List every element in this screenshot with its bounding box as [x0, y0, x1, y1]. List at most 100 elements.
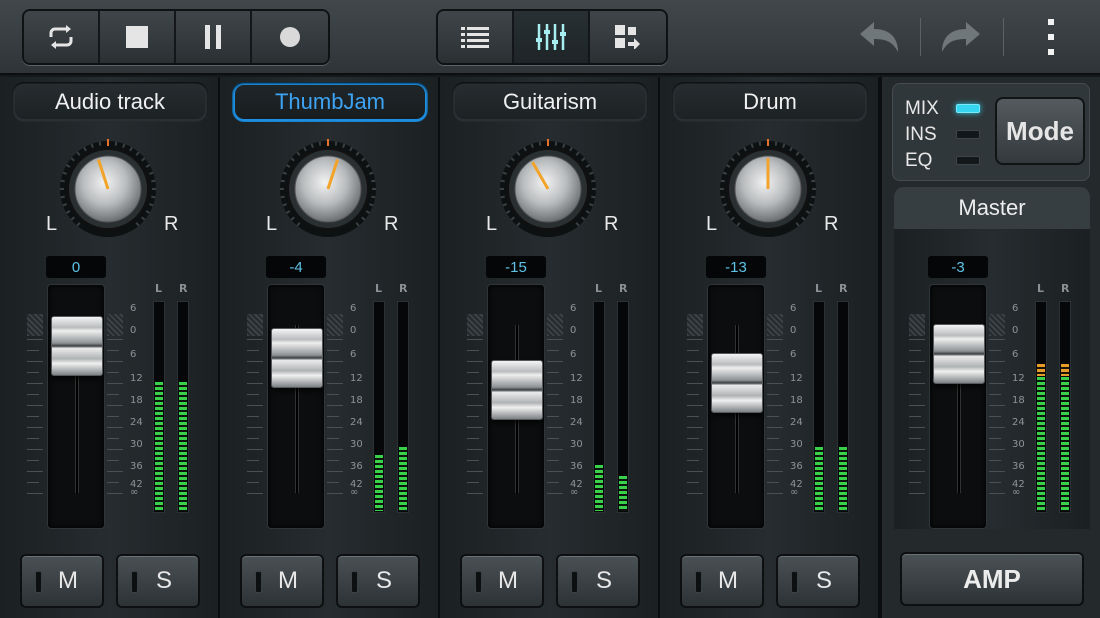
- pan-knob[interactable]: [496, 137, 600, 241]
- meter-fill: [399, 447, 407, 511]
- db-scale-label: 6: [1012, 349, 1019, 360]
- amp-button[interactable]: AMP: [900, 552, 1084, 606]
- db-scale-label: 12: [790, 373, 803, 384]
- db-scale-label: ∞: [790, 487, 799, 498]
- mute-button[interactable]: M: [240, 554, 324, 608]
- volume-fader[interactable]: [707, 284, 765, 529]
- meter-peak: [1061, 364, 1069, 376]
- db-scale-label: 24: [350, 417, 363, 428]
- overflow-menu-button[interactable]: [1028, 14, 1074, 60]
- db-scale-label: 30: [350, 439, 363, 450]
- undo-button[interactable]: [856, 14, 902, 60]
- pan-knob[interactable]: [716, 137, 820, 241]
- db-scale-label: 18: [350, 395, 363, 406]
- db-scale-label: 6: [350, 303, 357, 314]
- mixer-sliders-icon: [536, 24, 566, 50]
- mode-button[interactable]: Mode: [995, 97, 1085, 165]
- mute-label: M: [58, 567, 78, 594]
- mute-button[interactable]: M: [680, 554, 764, 608]
- fader-grip-texture: [909, 314, 925, 336]
- level-meter: [813, 301, 825, 513]
- meter-right-label: R: [1061, 282, 1070, 295]
- fader-handle[interactable]: [933, 324, 985, 384]
- fader-handle[interactable]: [271, 328, 323, 388]
- channel-name-button[interactable]: ThumbJam: [232, 82, 428, 122]
- level-meter: [153, 301, 165, 513]
- pan-knob[interactable]: [56, 137, 160, 241]
- meter-fill: [179, 382, 187, 511]
- volume-fader[interactable]: [929, 284, 987, 529]
- loop-button[interactable]: [24, 11, 100, 63]
- mute-led: [695, 571, 702, 593]
- apps-view-button[interactable]: [590, 11, 666, 63]
- db-scale-label: 24: [790, 417, 803, 428]
- meter-fill: [815, 447, 823, 511]
- channel-strip: Drum L R -13 6 0 6 12 18 24 30 36 42 ∞ L…: [660, 77, 880, 618]
- mode-option-ins[interactable]: INS: [905, 124, 937, 146]
- solo-button[interactable]: S: [776, 554, 860, 608]
- solo-button[interactable]: S: [116, 554, 200, 608]
- mode-selector: MIX INS EQ Mode: [892, 83, 1090, 181]
- meter-fill: [155, 382, 163, 511]
- mute-led: [475, 571, 482, 593]
- volume-readout: -15: [486, 256, 546, 278]
- meter-left-label: L: [1037, 282, 1045, 295]
- channel-name: ThumbJam: [235, 85, 425, 119]
- track-list-view-button[interactable]: [438, 11, 514, 63]
- pan-right-label: R: [164, 213, 179, 235]
- db-scale-label: 18: [130, 395, 143, 406]
- redo-icon: [942, 22, 980, 52]
- pan-knob-graphic: [60, 139, 156, 237]
- fader-grip-texture: [687, 314, 703, 336]
- db-scale-label: ∞: [570, 487, 579, 498]
- redo-button[interactable]: [938, 14, 984, 60]
- db-scale-label: 30: [790, 439, 803, 450]
- pan-knob-graphic: [280, 139, 376, 237]
- mute-button[interactable]: M: [20, 554, 104, 608]
- stop-icon: [126, 26, 148, 48]
- mute-button[interactable]: M: [460, 554, 544, 608]
- db-scale-label: 18: [1012, 395, 1025, 406]
- mute-led: [255, 571, 262, 593]
- volume-fader[interactable]: [267, 284, 325, 529]
- solo-button[interactable]: S: [556, 554, 640, 608]
- db-scale-label: 36: [570, 461, 583, 472]
- meter-right-label: R: [399, 282, 408, 295]
- channel-name-button[interactable]: Guitarism: [452, 82, 648, 122]
- master-panel: MIX INS EQ Mode Master -3 6 0 6 12 18 24 30 36 4…: [880, 77, 1100, 618]
- volume-fader[interactable]: [487, 284, 545, 529]
- mixer-view-button[interactable]: [514, 11, 590, 63]
- channel-name-button[interactable]: Audio track: [12, 82, 208, 122]
- pan-left-label: L: [266, 213, 278, 235]
- mode-option-mix[interactable]: MIX: [905, 98, 939, 120]
- channel-name-button[interactable]: Drum: [672, 82, 868, 122]
- record-button[interactable]: [252, 11, 328, 63]
- transport-group: [22, 9, 330, 65]
- fader-handle[interactable]: [711, 353, 763, 413]
- meter-fill: [1061, 377, 1069, 511]
- fader-handle[interactable]: [491, 360, 543, 420]
- channel-name: Audio track: [15, 85, 205, 119]
- mute-label: M: [718, 567, 738, 594]
- meter-left-label: L: [595, 282, 603, 295]
- pan-knob[interactable]: [276, 137, 380, 241]
- fader-handle[interactable]: [51, 316, 103, 376]
- db-scale-label: 6: [130, 349, 137, 360]
- fader-grip-texture: [547, 314, 563, 336]
- solo-button[interactable]: S: [336, 554, 420, 608]
- mute-led: [35, 571, 42, 593]
- meter-fill: [1037, 377, 1045, 511]
- pan-left-label: L: [706, 213, 718, 235]
- volume-fader[interactable]: [47, 284, 105, 529]
- db-scale-label: 6: [570, 349, 577, 360]
- solo-led: [571, 571, 578, 593]
- level-meter: [397, 301, 409, 513]
- db-scale-label: 36: [1012, 461, 1025, 472]
- pause-button[interactable]: [176, 11, 252, 63]
- db-scale-label: 6: [1012, 303, 1019, 314]
- mode-option-eq[interactable]: EQ: [905, 150, 932, 172]
- db-scale-label: 30: [570, 439, 583, 450]
- stop-button[interactable]: [100, 11, 176, 63]
- channel-strip: Audio track L R 0 6 0 6 12 18 24 30 36 4…: [0, 77, 220, 618]
- master-title: Master: [894, 187, 1090, 229]
